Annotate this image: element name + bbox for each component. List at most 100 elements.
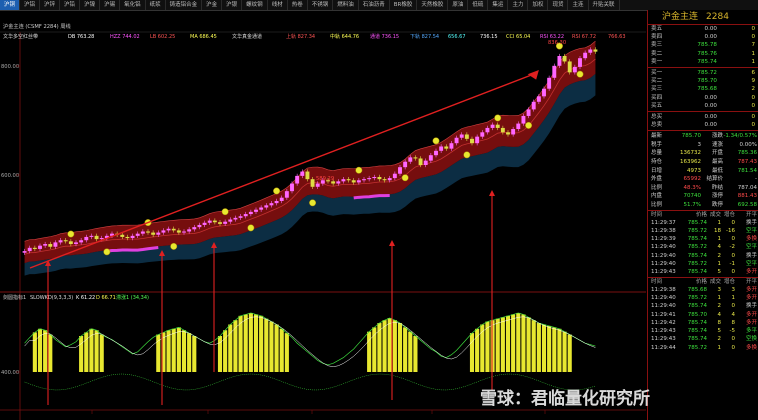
book-row[interactable]: 买四 0.00 0 (648, 94, 758, 102)
quote-label: 税手 (651, 141, 663, 148)
tab-22[interactable]: 主力 (508, 0, 529, 10)
osc-bar (171, 328, 176, 372)
book-row[interactable]: 卖四 0.00 0 (648, 33, 758, 41)
quote-row: 最新 785.70 涨跌 -1.34/0.57% (648, 132, 758, 141)
price-chart[interactable]: 沪金主连 (CSMF 2284) 周线文华多空红丝带 DB 763.28 HZZ 7… (0, 10, 646, 420)
osc-bar (43, 330, 48, 372)
indicator-value: DB 763.28 (68, 34, 94, 40)
trade-col-header: 开平 (745, 278, 757, 285)
book-row[interactable]: 卖二 785.76 1 (648, 50, 758, 58)
sub-param: SLOWKD(9,3,3,3) (30, 295, 73, 301)
tab-1[interactable]: 沪铝 (20, 0, 41, 10)
tab-15[interactable]: 燃料油 (333, 0, 359, 10)
candle (68, 241, 73, 245)
book-row[interactable]: 卖五 0.00 0 (648, 25, 758, 33)
trade-col-header: 成交 (709, 278, 721, 285)
trade-list[interactable]: 11:29:37 785.74 1 0 换手 11:29:38 785.72 18 -16 空平 1… (648, 219, 758, 277)
book-row[interactable]: 总卖 0.00 0 (648, 121, 758, 129)
tab-20[interactable]: 低硫 (468, 0, 489, 10)
quote-row: 持仓 163962 最高 787.43 (648, 158, 758, 167)
trade-col-header: 价格 (695, 278, 707, 285)
contract-code: 2284 (706, 12, 729, 22)
trade-row[interactable]: 11:29:43 785.74 5 0 多开 (648, 268, 758, 276)
osc-bar (511, 314, 516, 372)
candle (89, 235, 94, 237)
candle (428, 155, 433, 161)
quote-label: 涨跌 (711, 133, 723, 140)
trade-row[interactable]: 11:29:37 785.74 1 0 换手 (648, 219, 758, 227)
tab-23[interactable]: 加权 (528, 0, 549, 10)
book-row[interactable]: 卖三 785.78 7 (648, 41, 758, 49)
quote-label: 比例 (651, 184, 663, 191)
osc-bar (372, 327, 377, 372)
quote-row: 比例 48.3% 昨结 787.04 (648, 184, 758, 193)
trade-volume: 2 (717, 252, 722, 259)
trade-row[interactable]: 11:29:43 785.74 2 0 空换 (648, 335, 758, 343)
trade-list[interactable]: 11:29:38 785.68 3 3 多开 11:29:40 785.72 1 1 多开 11:2… (648, 286, 758, 352)
tab-16[interactable]: 石油沥青 (359, 0, 390, 10)
tab-2[interactable]: 沪锌 (40, 0, 61, 10)
tab-25[interactable]: 主连 (568, 0, 589, 10)
trade-type: 多平 (745, 328, 757, 335)
tab-5[interactable]: 沪锡 (100, 0, 121, 10)
book-label: 卖五 (651, 26, 663, 32)
trade-row[interactable]: 11:29:44 785.72 1 0 多换 (648, 344, 758, 352)
tab-26[interactable]: 升贴关联 (589, 0, 620, 10)
tab-7[interactable]: 纸浆 (146, 0, 166, 10)
indicator-value: 文华真金通道 (232, 33, 262, 40)
trade-volume: 2 (717, 303, 722, 310)
quote-label: 持仓 (651, 159, 663, 166)
trade-row[interactable]: 11:29:40 785.72 1 1 多开 (648, 294, 758, 302)
trade-row[interactable]: 11:29:42 785.74 8 8 多开 (648, 319, 758, 327)
trade-type: 多开 (745, 286, 757, 293)
book-row[interactable]: 买五 0.00 0 (648, 102, 758, 110)
trade-volume: 8 (717, 319, 722, 326)
trade-row[interactable]: 11:29:40 785.72 1 -1 空平 (648, 260, 758, 268)
tab-3[interactable]: 沪铅 (60, 0, 81, 10)
candle (423, 160, 428, 165)
tab-9[interactable]: 沪金 (202, 0, 223, 10)
osc-bar (264, 318, 269, 372)
trade-row[interactable]: 11:29:41 785.70 4 4 多开 (648, 311, 758, 319)
trade-row[interactable]: 11:29:38 785.68 3 3 多开 (648, 286, 758, 294)
book-label: 总买 (651, 113, 663, 120)
book-row[interactable]: 卖一 785.74 1 (648, 58, 758, 66)
osc-bar (413, 336, 418, 372)
candle (233, 217, 238, 220)
tab-17[interactable]: BR橡胶 (390, 0, 418, 10)
trade-row[interactable]: 11:29:40 785.74 2 0 换手 (648, 252, 758, 260)
tab-14[interactable]: 不锈钢 (308, 0, 334, 10)
trade-row[interactable]: 11:29:39 785.74 1 0 多换 (648, 235, 758, 243)
trade-row[interactable]: 11:29:38 785.72 18 -16 空平 (648, 227, 758, 235)
tab-4[interactable]: 沪镍 (80, 0, 101, 10)
candle (207, 220, 212, 223)
trade-oi-change: 0 (731, 336, 736, 343)
tab-6[interactable]: 氧化铝 (120, 0, 146, 10)
candle (171, 228, 176, 231)
book-row[interactable]: 买二 785.70 9 (648, 77, 758, 85)
trade-oi-change: 3 (731, 286, 736, 293)
sub-title: 剑圆指标1 (3, 294, 26, 301)
tab-21[interactable]: 集运 (488, 0, 509, 10)
tab-0[interactable]: 沪铜 (0, 0, 21, 10)
book-row[interactable]: 总买 0.00 0 (648, 113, 758, 121)
trade-row[interactable]: 11:29:40 785.74 2 0 换手 (648, 302, 758, 310)
tab-24[interactable]: 现货 (548, 0, 569, 10)
trade-col-header: 价格 (695, 211, 707, 218)
tab-10[interactable]: 沪银 (222, 0, 243, 10)
tab-12[interactable]: 线材 (268, 0, 288, 10)
tab-19[interactable]: 原油 (448, 0, 469, 10)
tab-11[interactable]: 螺纹钢 (242, 0, 268, 10)
tab-18[interactable]: 天然橡胶 (417, 0, 449, 10)
trade-type: 换手 (745, 303, 757, 310)
candle (346, 179, 351, 181)
book-row[interactable]: 买一 785.72 6 (648, 69, 758, 77)
book-row[interactable]: 买三 785.68 2 (648, 85, 758, 93)
trade-row[interactable]: 11:29:43 785.74 5 -5 多平 (648, 327, 758, 335)
trade-time: 11:29:43 (651, 269, 676, 276)
trade-row[interactable]: 11:29:40 785.72 4 -2 空平 (648, 243, 758, 251)
tab-13[interactable]: 热卷 (288, 0, 308, 10)
tab-8[interactable]: 铸造铝合金 (166, 0, 203, 10)
book-price: 0.00 (704, 26, 717, 32)
candle (542, 88, 546, 97)
